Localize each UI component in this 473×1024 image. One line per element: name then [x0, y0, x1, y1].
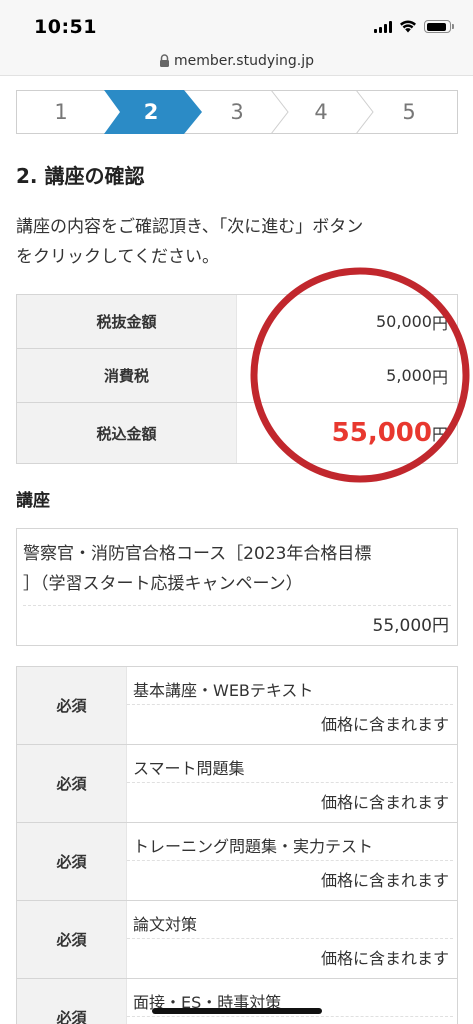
course-name: 警察官・消防官合格コース［2023年合格目標 ］（学習スタート応援キャンペーン）	[23, 539, 453, 599]
step-4: 4	[314, 100, 328, 124]
price-value: 50,000 円	[237, 295, 457, 348]
table-row: 必須 面接・ES・時事対策	[17, 979, 457, 1024]
divider	[127, 938, 453, 939]
divider	[127, 1016, 453, 1017]
total-amount: 55,000	[331, 418, 432, 448]
row-body: スマート問題集 価格に含まれます	[127, 745, 457, 822]
price-row-pretax: 税抜金額 50,000 円	[17, 295, 457, 349]
wifi-icon	[400, 20, 416, 33]
step-1: 1	[54, 100, 68, 124]
row-body: トレーニング問題集・実力テスト 価格に含まれます	[127, 823, 457, 900]
table-row: 必須 スマート問題集 価格に含まれます	[17, 745, 457, 823]
step-5: 5	[402, 100, 416, 124]
price-label: 税抜金額	[17, 295, 237, 348]
course-box: 警察官・消防官合格コース［2023年合格目標 ］（学習スタート応援キャンペーン）…	[16, 528, 458, 646]
url-text[interactable]: member.studying.jp	[174, 53, 314, 69]
table-row: 必須 トレーニング問題集・実力テスト 価格に含まれます	[17, 823, 457, 901]
status-time: 10:51	[34, 16, 97, 38]
divider	[127, 860, 453, 861]
included-items-table: 必須 基本講座・WEBテキスト 価格に含まれます 必須 スマート問題集 価格に含…	[16, 666, 458, 1024]
divider	[127, 704, 453, 705]
item-price: 価格に含まれます	[320, 715, 449, 734]
price-row-total: 税込金額 55,000 円	[17, 403, 457, 463]
cellular-signal-icon	[374, 20, 392, 33]
item-name: 基本講座・WEBテキスト	[133, 681, 314, 700]
course-name-line-2: ］（学習スタート応援キャンペーン）	[23, 574, 303, 594]
course-name-line-1: 警察官・消防官合格コース［2023年合格目標	[23, 544, 372, 564]
item-price: 価格に含まれます	[320, 871, 449, 890]
step-2: 2	[143, 100, 159, 124]
lock-icon	[159, 54, 169, 67]
divider	[23, 605, 451, 606]
price-table: 税抜金額 50,000 円 消費税 5,000 円 税込金額 55,000 円	[16, 294, 458, 464]
intro-text: 講座の内容をご確認頂き、「次に進む」ボタン をクリックしてください。	[16, 212, 456, 272]
item-name: トレーニング問題集・実力テスト	[133, 837, 374, 856]
item-name: スマート問題集	[133, 759, 245, 778]
required-badge: 必須	[17, 667, 127, 744]
row-body: 面接・ES・時事対策	[127, 979, 457, 1024]
intro-line-2: をクリックしてください。	[16, 247, 219, 267]
price-value: 5,000 円	[237, 349, 457, 402]
course-heading: 講座	[16, 491, 50, 511]
step-3: 3	[230, 100, 244, 124]
item-name: 論文対策	[133, 915, 198, 934]
row-body: 論文対策 価格に含まれます	[127, 901, 457, 978]
status-icons	[374, 20, 454, 33]
page-title: 2. 講座の確認	[16, 164, 145, 188]
required-badge: 必須	[17, 823, 127, 900]
divider	[127, 782, 453, 783]
price-label: 税込金額	[17, 403, 237, 463]
table-row: 必須 論文対策 価格に含まれます	[17, 901, 457, 979]
required-badge: 必須	[17, 979, 127, 1024]
total-price-value: 55,000 円	[237, 403, 457, 463]
item-price: 価格に含まれます	[320, 949, 449, 968]
price-amount: 5,000	[386, 366, 432, 385]
status-bar: 10:51	[0, 0, 473, 46]
price-row-tax: 消費税 5,000 円	[17, 349, 457, 403]
home-indicator[interactable]	[152, 1008, 322, 1014]
item-price: 価格に含まれます	[320, 793, 449, 812]
url-bar[interactable]: member.studying.jp	[0, 46, 473, 76]
intro-line-1: 講座の内容をご確認頂き、「次に進む」ボタン	[16, 217, 364, 237]
required-badge: 必須	[17, 901, 127, 978]
step-indicator: 1 2 3 4 5	[16, 90, 458, 134]
required-badge: 必須	[17, 745, 127, 822]
price-unit: 円	[431, 425, 448, 444]
price-unit: 円	[431, 313, 448, 333]
price-unit: 円	[431, 367, 448, 387]
price-amount: 50,000	[376, 312, 432, 331]
course-price: 55,000円	[372, 616, 449, 636]
row-body: 基本講座・WEBテキスト 価格に含まれます	[127, 667, 457, 744]
battery-icon	[424, 20, 454, 33]
price-label: 消費税	[17, 349, 237, 402]
table-row: 必須 基本講座・WEBテキスト 価格に含まれます	[17, 667, 457, 745]
